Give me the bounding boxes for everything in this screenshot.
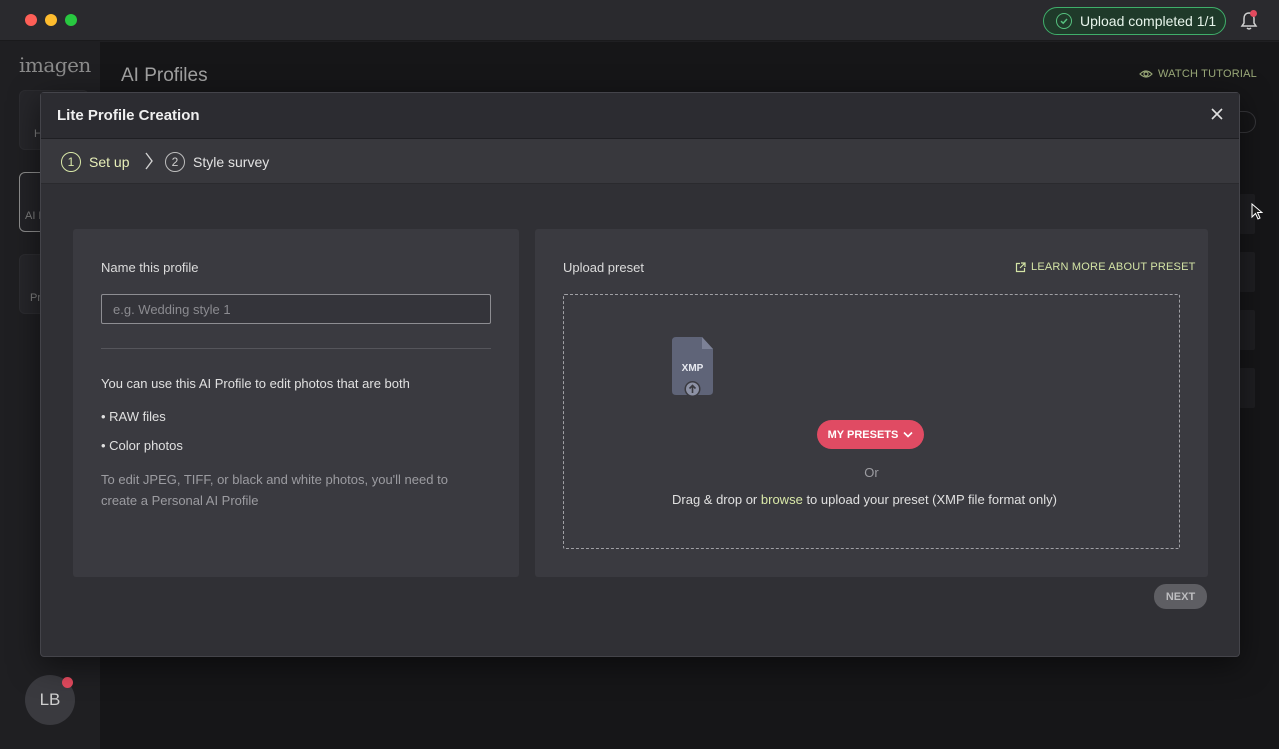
next-label: NEXT [1165,590,1196,603]
bullet-raw-files: • RAW files [101,409,166,424]
learn-more-link[interactable]: LEARN MORE ABOUT PRESET [1015,261,1196,273]
step-style-survey[interactable]: 2 Style survey [165,152,269,172]
profile-name-panel: Name this profile You can use this AI Pr… [73,229,519,577]
stepper: 1 Set up 2 Style survey [41,139,1239,184]
notification-dot [1250,10,1257,17]
zoom-window-button[interactable] [65,14,77,26]
browse-link[interactable]: browse [761,492,803,507]
learn-more-label: LEARN MORE ABOUT PRESET [1031,261,1196,273]
or-text: Or [864,465,879,480]
chevron-right-icon [145,152,153,170]
profile-name-input[interactable] [101,294,491,324]
upload-preset-panel: Upload preset LEARN MORE ABOUT PRESET XM… [535,229,1208,577]
external-link-icon [1015,261,1026,272]
preset-dropzone[interactable]: XMP MY PRESETS Or Drag & drop or browse … [563,294,1180,549]
my-presets-button[interactable]: MY PRESETS [817,420,924,449]
step-number: 2 [165,152,185,172]
step-number: 1 [61,152,81,172]
drag-drop-text: Drag & drop or browse to upload your pre… [672,492,1057,507]
chevron-down-icon [903,431,913,438]
modal-title: Lite Profile Creation [57,107,200,124]
lite-profile-modal: Lite Profile Creation 1 Set up 2 Style s… [40,92,1240,657]
xmp-file-icon: XMP [672,337,713,397]
my-presets-label: MY PRESETS [827,428,899,441]
close-icon[interactable] [1208,105,1226,123]
step-label: Style survey [193,154,270,170]
bullet-color-photos: • Color photos [101,438,183,453]
modal-header: Lite Profile Creation [41,93,1239,139]
note-text: To edit JPEG, TIFF, or black and white p… [101,472,448,508]
avatar-notification-dot [62,677,73,688]
avatar-initials: LB [39,690,61,709]
minimize-window-button[interactable] [45,14,57,26]
mouse-cursor-icon [1251,203,1263,220]
upload-status-text: Upload completed 1/1 [1080,13,1217,29]
upload-preset-title: Upload preset [563,260,644,275]
window-titlebar: Upload completed 1/1 [0,0,1279,41]
drag-prefix: Drag & drop or [672,492,758,507]
upload-status-badge[interactable]: Upload completed 1/1 [1043,7,1226,35]
divider [101,348,491,349]
next-button[interactable]: NEXT [1154,584,1207,609]
name-label: Name this profile [101,260,199,275]
step-label: Set up [89,154,130,170]
xmp-label: XMP [682,363,704,374]
close-window-button[interactable] [25,14,37,26]
check-circle-icon [1056,13,1072,29]
drag-suffix: to upload your preset (XMP file format o… [806,492,1057,507]
step-setup[interactable]: 1 Set up [61,152,129,172]
info-text: You can use this AI Profile to edit phot… [101,376,410,391]
